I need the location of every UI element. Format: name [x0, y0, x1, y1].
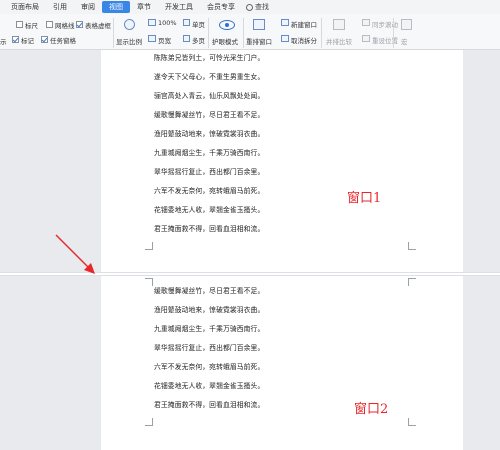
window2-line: 翠华摇摇行复止，西出都门百余里。	[154, 344, 265, 352]
ruler-checkbox[interactable]	[16, 21, 23, 28]
sync-scroll-icon	[362, 19, 370, 26]
side-compare-icon	[333, 19, 345, 30]
menu-bar: 页面布局 引用 审阅 视图 章节 开发工具 会员专享 查找	[0, 0, 500, 14]
window2-line: 六军不发无奈何，宛转蛾眉马前死。	[154, 363, 265, 371]
new-window-button[interactable]: 新建窗口	[291, 19, 317, 29]
window1-line: 陈陈弟兄皆列土，可怜光采生门户。	[154, 54, 265, 62]
crop-mark	[408, 418, 416, 426]
reset-position-button[interactable]: 重设位置	[372, 35, 398, 45]
gridlines-checkbox[interactable]	[46, 21, 53, 28]
eye-mode-button[interactable]: 护眼模式	[212, 36, 238, 46]
crop-mark	[145, 278, 153, 286]
multi-page-icon	[183, 35, 190, 42]
window2-line: 花钿委地无人收，翠翘金雀玉搔头。	[154, 382, 265, 390]
gridlines-label: 网格线	[55, 22, 75, 30]
page-width-button[interactable]: 页宽	[158, 35, 171, 45]
window1-line: 花钿委地无人收，翠翘金雀玉搔头。	[154, 206, 265, 214]
rearrange-window-icon	[253, 19, 265, 30]
window2-line: 君王掩面救不得，回看血泪相和流。	[154, 401, 265, 409]
marks-checkbox[interactable]	[12, 36, 19, 43]
single-page-icon	[183, 19, 190, 26]
macro-icon	[401, 19, 412, 30]
window2-line: 渔阳鼙鼓动地来，惊破霓裳羽衣曲。	[154, 306, 265, 314]
cancel-split-icon	[281, 35, 289, 42]
zoom-100-button[interactable]: 100%	[158, 19, 177, 27]
multi-page-button[interactable]: 多页	[192, 35, 205, 45]
window2-line: 缓歌慢舞凝丝竹，尽日君王看不足。	[154, 287, 265, 295]
new-window-icon	[281, 19, 289, 26]
sync-scroll-button[interactable]: 同步滚动	[372, 19, 398, 29]
task-pane-checkbox[interactable]	[41, 36, 48, 43]
tab-developer[interactable]: 开发工具	[158, 1, 200, 13]
tab-member[interactable]: 会员专享	[200, 1, 242, 13]
tab-view[interactable]: 视图	[102, 1, 130, 13]
window1-line: 翠华摇摇行复止，西出都门百余里。	[154, 168, 265, 176]
tab-section[interactable]: 章节	[130, 1, 158, 13]
rearrange-window-button[interactable]: 重排窗口	[246, 36, 272, 46]
search-icon	[246, 3, 253, 11]
tab-references[interactable]: 引用	[46, 1, 74, 13]
annotation-arrow-icon	[55, 234, 95, 274]
table-virtual-label: 表格虚框	[85, 22, 111, 30]
table-virtual-checkbox[interactable]	[76, 21, 83, 28]
tab-review[interactable]: 审阅	[74, 1, 102, 13]
ribbon-view: 示 标尺 网格线 表格虚框 标记 任务窗格 显示比例 100% 单页 页宽 多页…	[0, 14, 500, 50]
eye-mode-icon	[219, 20, 235, 30]
crop-mark	[408, 278, 416, 286]
window1-line: 遂令天下父母心，不重生男重生女。	[154, 73, 265, 81]
search-label: 查找	[255, 3, 269, 11]
page-width-icon	[148, 35, 156, 42]
task-pane-label: 任务窗格	[50, 37, 76, 45]
crop-mark	[408, 242, 416, 250]
crop-mark	[145, 418, 153, 426]
marks-label: 标记	[21, 37, 34, 45]
single-page-button[interactable]: 单页	[192, 19, 205, 29]
reset-position-icon	[362, 35, 370, 42]
window1-line: 君王掩面救不得，回看血泪相和流。	[154, 225, 265, 233]
window1-page	[101, 50, 463, 272]
zoom-icon	[124, 19, 135, 30]
window1-line: 九重城阙烟尘生，千乘万骑西南行。	[154, 149, 265, 157]
side-compare-button[interactable]: 并排比较	[326, 36, 352, 46]
window1-label: 窗口1	[347, 191, 382, 206]
ribbon-left-cut: 示	[0, 38, 7, 46]
ruler-label: 标尺	[25, 22, 38, 30]
window1-line: 六军不发无奈何，宛转蛾眉马前死。	[154, 187, 265, 195]
cancel-split-button[interactable]: 取消拆分	[291, 35, 317, 45]
hundred-percent-icon	[148, 19, 156, 26]
window1-line: 渔阳鼙鼓动地来，惊破霓裳羽衣曲。	[154, 130, 265, 138]
window2-label: 窗口2	[354, 402, 389, 417]
search-button[interactable]: 查找	[242, 2, 269, 12]
crop-mark	[145, 242, 153, 250]
window2-line: 九重城阙烟尘生，千乘万骑西南行。	[154, 325, 265, 333]
display-ratio-button[interactable]: 显示比例	[116, 36, 142, 46]
window1-line: 缓歌慢舞凝丝竹，尽日君王看不足。	[154, 111, 265, 119]
macro-button[interactable]: 宏	[401, 36, 408, 46]
window1-line: 骊宫高处入青云，仙乐风飘处处闻。	[154, 92, 265, 100]
tab-page-layout[interactable]: 页面布局	[4, 1, 46, 13]
